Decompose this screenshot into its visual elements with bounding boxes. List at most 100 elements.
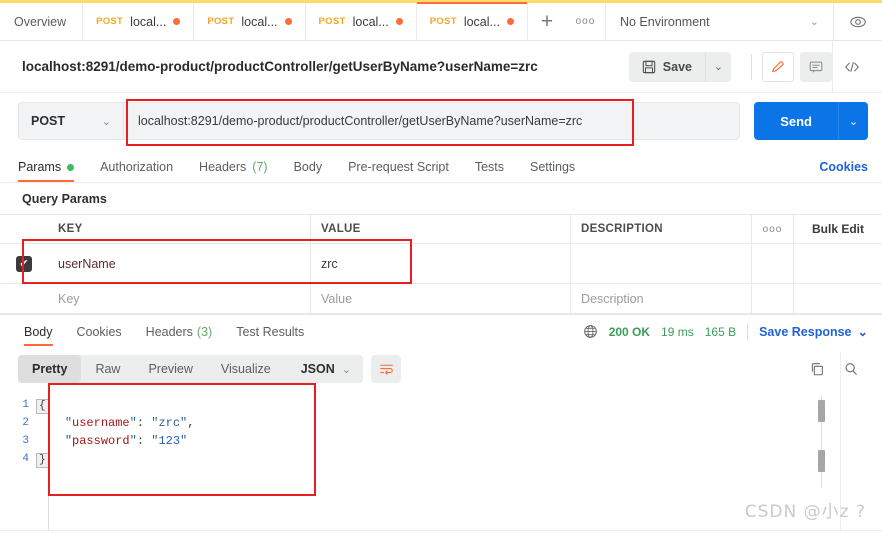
code-line-4: } (36, 450, 882, 468)
meta-divider (747, 322, 749, 341)
request-tab-3-name: local... (352, 14, 389, 29)
response-scrollbar-thumb-lower[interactable] (818, 450, 825, 472)
tab-body[interactable]: Body (281, 160, 336, 182)
floppy-disk-icon (642, 60, 656, 73)
column-header-description: DESCRIPTION (581, 223, 663, 235)
row-description-cell[interactable] (571, 244, 752, 283)
response-tab-cookies[interactable]: Cookies (65, 315, 134, 348)
placeholder-key-text: Key (58, 291, 80, 306)
tab-overview[interactable]: Overview (0, 3, 84, 40)
save-button[interactable]: Save (628, 51, 705, 82)
request-tab-2[interactable]: POST local... (194, 3, 306, 40)
request-tab-4-method: POST (429, 16, 457, 27)
new-tab-button[interactable]: + (528, 3, 566, 40)
tab-tests[interactable]: Tests (462, 160, 517, 182)
request-tab-2-method: POST (207, 16, 235, 27)
header-checkbox-cell (0, 215, 48, 243)
json-value-username: zrc (158, 416, 181, 430)
unsaved-dot-icon (173, 18, 181, 25)
tab-options-button[interactable]: ooo (566, 3, 606, 40)
content-type-select[interactable]: JSON ⌄ (285, 355, 363, 383)
save-options-button[interactable]: ⌄ (705, 51, 731, 82)
line-number: 1 (22, 399, 29, 411)
response-scrollbar-thumb-upper[interactable] (818, 400, 825, 422)
placeholder-description-cell[interactable]: Description (571, 284, 752, 313)
ellipsis-icon: ooo (762, 223, 783, 235)
chevron-down-icon: ⌄ (809, 16, 819, 28)
response-tab-body-label: Body (24, 324, 53, 339)
tab-settings-label: Settings (530, 160, 576, 174)
tab-authorization-label: Authorization (100, 160, 174, 174)
format-pretty-button[interactable]: Pretty (18, 355, 82, 383)
tab-pre-request-script[interactable]: Pre-request Script (335, 160, 462, 182)
edit-request-button[interactable] (762, 51, 794, 82)
request-tab-3[interactable]: POST local... (305, 3, 417, 40)
format-visualize-button[interactable]: Visualize (207, 355, 285, 383)
save-response-button[interactable]: Save Response ⌄ (759, 324, 868, 340)
http-method-select[interactable]: POST ⌄ (18, 102, 123, 140)
request-tab-1-method: POST (96, 16, 124, 27)
request-tab-1[interactable]: POST local... (83, 3, 195, 40)
format-preview-button[interactable]: Preview (134, 355, 206, 383)
save-response-label: Save Response (759, 324, 852, 339)
response-tab-test-results[interactable]: Test Results (224, 315, 316, 348)
row-key-value: userName (58, 256, 116, 271)
line-number: 4 (22, 453, 29, 465)
fold-close-brace[interactable]: } (36, 453, 49, 468)
table-options-button[interactable]: ooo (752, 215, 794, 243)
row-value-cell[interactable]: zrc (311, 244, 571, 283)
placeholder-key-cell[interactable]: Key (48, 284, 311, 313)
format-raw-button[interactable]: Raw (81, 355, 134, 383)
response-size: 165 B (704, 324, 737, 339)
plus-icon: + (540, 9, 554, 33)
unsaved-dot-icon (506, 18, 514, 25)
tab-authorization[interactable]: Authorization (87, 160, 186, 182)
bulk-edit-button[interactable]: Bulk Edit (794, 215, 882, 243)
request-tab-strip: Params Authorization Headers (7) Body Pr… (0, 149, 882, 183)
row-key-cell[interactable]: userName (48, 244, 311, 283)
request-tab-4[interactable]: POST local... (416, 2, 528, 40)
response-tab-headers-count: (3) (196, 324, 213, 339)
request-tab-3-method: POST (318, 16, 346, 27)
response-tab-body[interactable]: Body (14, 315, 65, 348)
environment-quick-look-button[interactable] (834, 3, 882, 40)
request-title: localhost:8291/demo-product/productContr… (22, 59, 538, 74)
environment-selector[interactable]: No Environment ⌄ (606, 3, 834, 40)
json-key-password: password (72, 434, 130, 448)
send-options-button[interactable]: ⌄ (838, 102, 868, 140)
response-tab-headers[interactable]: Headers (3) (134, 315, 225, 348)
tab-settings[interactable]: Settings (517, 160, 588, 182)
postman-window: Overview POST local... POST local... POS… (0, 0, 882, 534)
word-wrap-button[interactable] (371, 355, 401, 383)
pencil-icon (772, 60, 784, 72)
url-bar-row: POST ⌄ localhost:8291/demo-product/produ… (0, 93, 882, 149)
url-input[interactable]: localhost:8291/demo-product/productContr… (123, 102, 741, 140)
content-type-value: JSON (300, 362, 335, 376)
tab-headers[interactable]: Headers (7) (186, 160, 281, 182)
fold-open-brace[interactable]: { (36, 399, 49, 414)
row-checkbox[interactable]: ✔ (16, 255, 32, 272)
tab-params[interactable]: Params (18, 160, 87, 182)
table-row[interactable]: ✔ userName zrc (0, 244, 882, 284)
table-row-placeholder[interactable]: Key Value Description (0, 284, 882, 314)
copy-response-button[interactable] (800, 361, 834, 377)
copy-icon (811, 363, 823, 376)
tab-bar: Overview POST local... POST local... POS… (0, 2, 882, 41)
response-header-bar: Body Cookies Headers (3) Test Results 20… (0, 314, 882, 348)
cookies-link[interactable]: Cookies (819, 160, 868, 182)
line-number: 3 (22, 435, 29, 447)
header-description-cell: DESCRIPTION (571, 215, 752, 243)
environment-label: No Environment (619, 14, 710, 29)
placeholder-value-cell[interactable]: Value (311, 284, 571, 313)
row-checkbox-cell[interactable]: ✔ (0, 244, 48, 283)
request-tab-4-name: local... (463, 14, 500, 29)
globe-icon[interactable] (583, 324, 598, 339)
comment-button[interactable] (800, 51, 832, 82)
tab-headers-label: Headers (199, 160, 247, 174)
request-header-bar: localhost:8291/demo-product/productContr… (0, 41, 882, 93)
response-tab-cookies-label: Cookies (76, 324, 122, 339)
code-snippet-button[interactable] (832, 41, 870, 92)
send-button[interactable]: Send (754, 102, 838, 140)
placeholder-description-text: Description (581, 291, 644, 306)
placeholder-value-text: Value (321, 291, 353, 306)
